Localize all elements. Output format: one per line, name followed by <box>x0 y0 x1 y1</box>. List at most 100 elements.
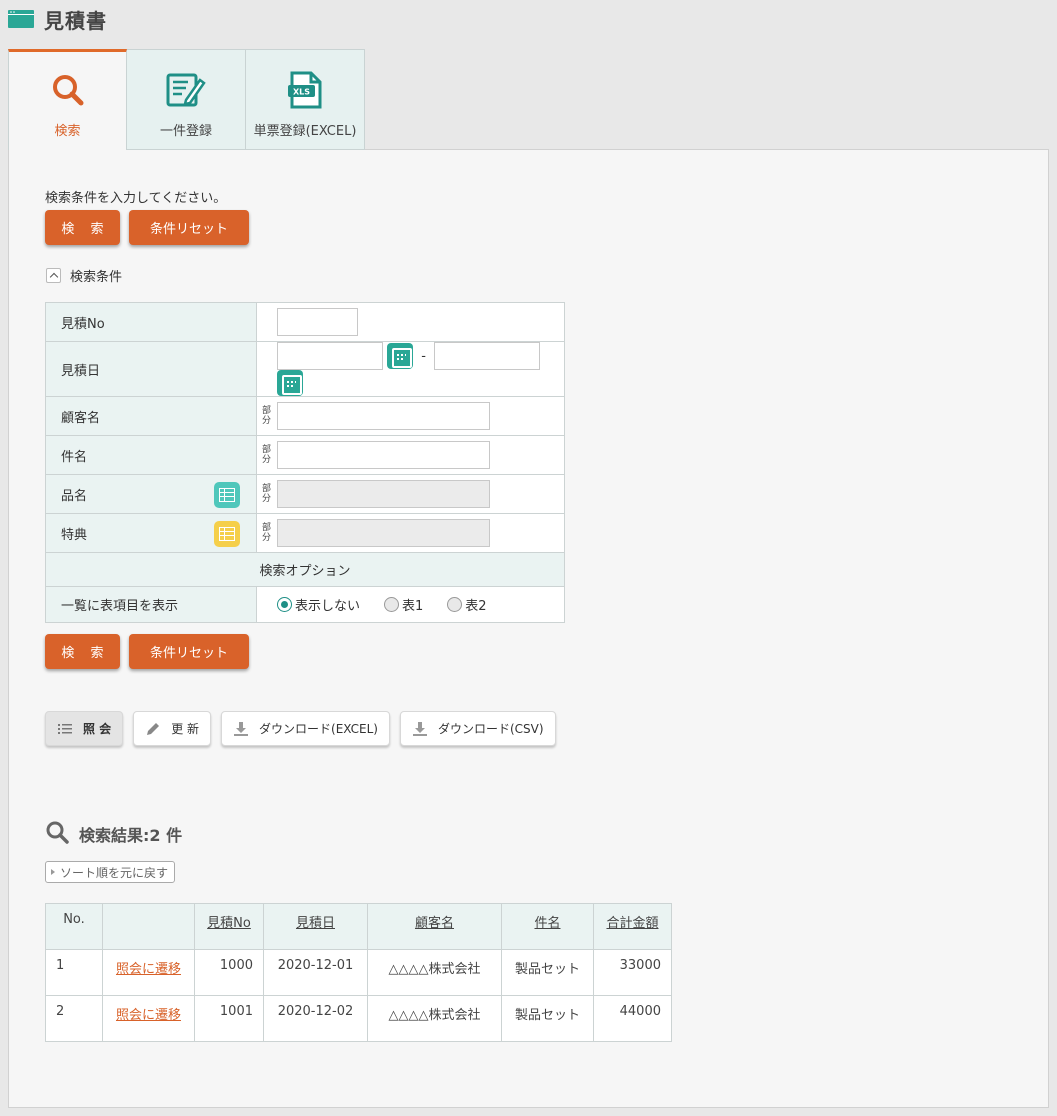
partial-match-label: 部分 <box>262 484 272 504</box>
svg-text:XLS: XLS <box>293 88 310 97</box>
col-customer[interactable]: 顧客名 <box>367 903 502 950</box>
radio-unselected-icon <box>384 597 400 612</box>
display-option-group: 表示しない 表1 表2 <box>257 595 564 614</box>
list-icon <box>57 721 73 737</box>
window-icon <box>8 10 34 28</box>
col-total[interactable]: 合計金額 <box>593 903 672 950</box>
cell-link: 照会に遷移 <box>102 995 195 1042</box>
cell-no: 2 <box>45 995 103 1042</box>
cell-date: 2020-12-01 <box>263 949 368 996</box>
search-instruction: 検索条件を入力してください。 <box>45 191 227 206</box>
bottom-button-row: 検 索 条件リセット <box>45 634 249 669</box>
download-csv-label: ダウンロード(CSV) <box>437 722 544 736</box>
bonus-input <box>277 519 490 547</box>
col-estimate-no[interactable]: 見積No <box>194 903 264 950</box>
table-select-icon[interactable] <box>214 521 240 547</box>
bonus-label: 特典 <box>61 527 88 543</box>
conditions-toggle-label: 検索条件 <box>70 270 123 285</box>
view-button-label: 照 会 <box>83 722 112 736</box>
view-button[interactable]: 照 会 <box>45 711 124 746</box>
cell-estimate-no: 1000 <box>194 949 264 996</box>
display-option-label: 一覧に表項目を表示 <box>45 586 257 623</box>
col-estimate-date[interactable]: 見積日 <box>263 903 368 950</box>
pencil-icon <box>145 721 161 737</box>
calendar-icon[interactable] <box>387 343 414 369</box>
partial-match-label: 部分 <box>262 406 272 426</box>
top-button-row: 検 索 条件リセット <box>45 210 249 245</box>
download-csv-button[interactable]: ダウンロード(CSV) <box>399 711 556 746</box>
radio-hide[interactable]: 表示しない <box>277 595 360 614</box>
estimate-date-from-input[interactable] <box>277 342 383 370</box>
product-name-input <box>277 480 490 508</box>
tab-excel-register[interactable]: XLS 単票登録(EXCEL) <box>246 49 365 150</box>
result-title: 検索結果:2 件 <box>45 820 182 848</box>
tab-single-register-label: 一件登録 <box>159 124 212 139</box>
search-panel: 検索条件を入力してください。 検 索 条件リセット 検索条件 見積No 見積日 … <box>8 149 1049 1108</box>
cell-subject: 製品セット <box>501 995 594 1042</box>
col-action <box>102 903 195 950</box>
search-button[interactable]: 検 索 <box>45 634 120 669</box>
update-button[interactable]: 更 新 <box>133 711 212 746</box>
col-subject[interactable]: 件名 <box>501 903 594 950</box>
page-title: 見積書 <box>44 8 107 33</box>
search-options-header: 検索オプション <box>45 552 565 587</box>
search-icon <box>45 820 69 848</box>
results-table: No. 見積No 見積日 顧客名 件名 合計金額 1 照会に遷移 1000 20… <box>45 903 672 1042</box>
cell-total: 33000 <box>593 949 672 996</box>
subject-input[interactable] <box>277 441 490 469</box>
radio-table2-label: 表2 <box>465 599 487 614</box>
estimate-no-label: 見積No <box>45 302 257 342</box>
cell-customer: △△△△株式会社 <box>367 949 502 996</box>
bonus-cell: 特典 <box>45 513 257 553</box>
xls-file-icon: XLS <box>285 70 325 110</box>
radio-selected-icon <box>277 597 292 612</box>
download-excel-button[interactable]: ダウンロード(EXCEL) <box>221 711 390 746</box>
estimate-date-to-input[interactable] <box>434 342 541 370</box>
reset-button[interactable]: 条件リセット <box>129 210 249 245</box>
partial-match-label: 部分 <box>262 445 272 465</box>
estimate-no-input[interactable] <box>277 308 358 336</box>
radio-table2[interactable]: 表2 <box>447 595 487 614</box>
conditions-toggle[interactable]: 検索条件 <box>46 266 122 285</box>
customer-name-input[interactable] <box>277 402 490 430</box>
tab-search-label: 検索 <box>54 124 81 139</box>
result-toolbar: 照 会 更 新 ダウンロード(EXCEL) ダウンロード(CSV) <box>45 711 556 746</box>
product-name-label: 品名 <box>61 488 88 504</box>
view-link[interactable]: 照会に遷移 <box>116 1008 181 1023</box>
subject-label: 件名 <box>45 435 257 475</box>
download-icon <box>233 721 249 737</box>
table-select-icon[interactable] <box>214 482 240 508</box>
radio-hide-label: 表示しない <box>295 599 361 614</box>
download-icon <box>412 721 428 737</box>
customer-name-label: 顧客名 <box>45 396 257 436</box>
estimate-date-label: 見積日 <box>45 341 257 397</box>
tab-search[interactable]: 検索 <box>8 49 127 150</box>
radio-table1[interactable]: 表1 <box>384 595 423 614</box>
chevron-up-icon <box>46 268 61 283</box>
tab-bar: 検索 一件登録 XLS 単票登録(EXCEL) <box>8 49 365 150</box>
cell-date: 2020-12-02 <box>263 995 368 1042</box>
update-button-label: 更 新 <box>171 722 200 736</box>
edit-form-icon <box>166 70 206 110</box>
calendar-icon[interactable] <box>277 370 303 396</box>
cell-customer: △△△△株式会社 <box>367 995 502 1042</box>
partial-match-label: 部分 <box>262 523 272 543</box>
result-count: 検索結果:2 件 <box>79 826 183 845</box>
product-name-cell: 品名 <box>45 474 257 514</box>
date-range-separator: - <box>421 348 426 364</box>
sort-reset-button[interactable]: ソート順を元に戻す <box>45 861 176 883</box>
search-button[interactable]: 検 索 <box>45 210 120 245</box>
search-icon <box>48 70 88 110</box>
radio-table1-label: 表1 <box>402 599 424 614</box>
cell-link: 照会に遷移 <box>102 949 195 996</box>
page-header: 見積書 <box>8 6 107 33</box>
cell-total: 44000 <box>593 995 672 1042</box>
table-row: 1 照会に遷移 1000 2020-12-01 △△△△株式会社 製品セット 3… <box>45 949 672 996</box>
cell-estimate-no: 1001 <box>194 995 264 1042</box>
reset-button[interactable]: 条件リセット <box>129 634 249 669</box>
view-link[interactable]: 照会に遷移 <box>116 962 181 977</box>
tab-single-register[interactable]: 一件登録 <box>127 49 246 150</box>
cell-subject: 製品セット <box>501 949 594 996</box>
cell-no: 1 <box>45 949 103 996</box>
table-row: 2 照会に遷移 1001 2020-12-02 △△△△株式会社 製品セット 4… <box>45 995 672 1042</box>
